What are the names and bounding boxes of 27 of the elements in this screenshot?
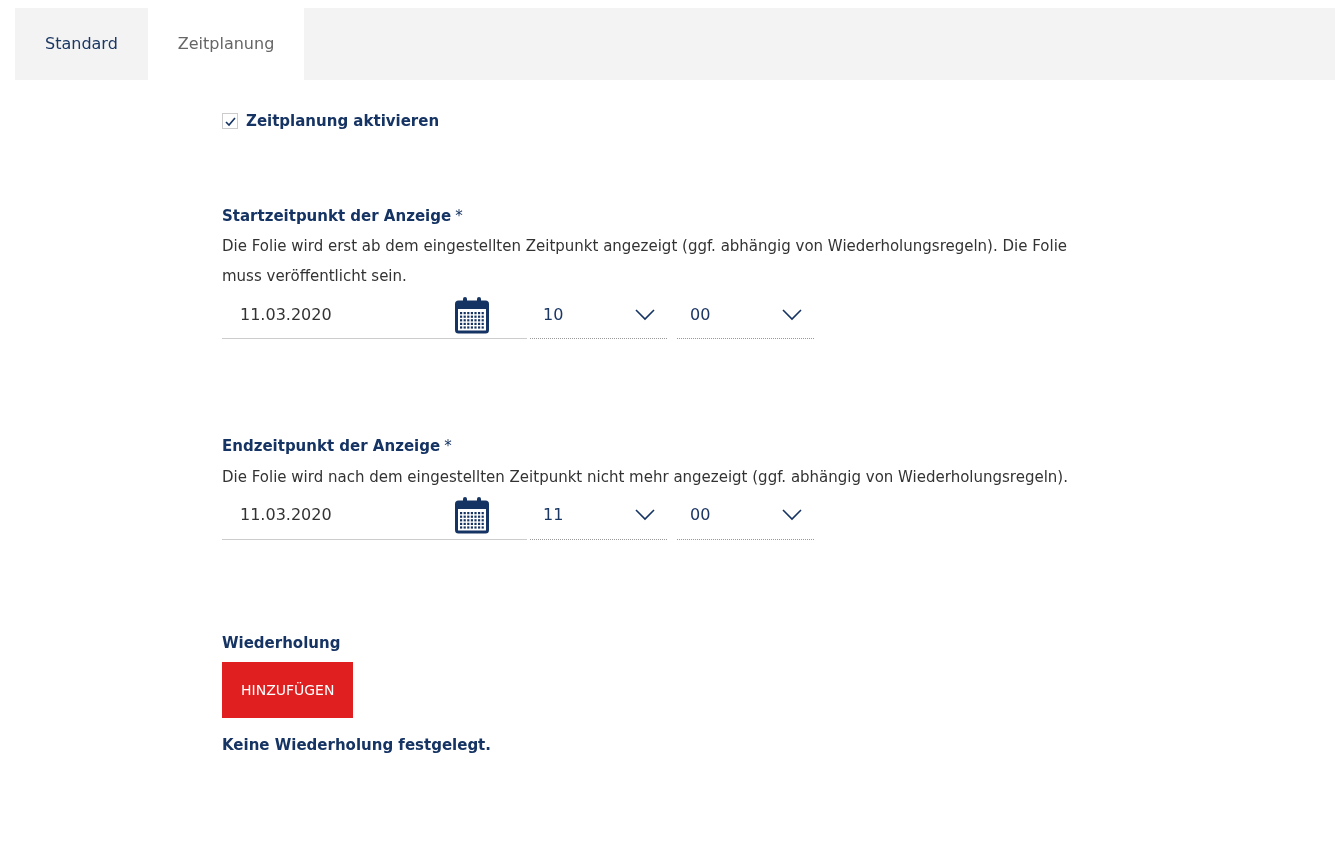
time-select[interactable]: 00 — [677, 291, 814, 339]
section-heading: Wiederholung — [222, 632, 342, 654]
time-select[interactable]: 10 — [530, 291, 667, 339]
add-button[interactable]: HINZUFÜGEN — [222, 662, 354, 718]
required-mark: * — [444, 436, 452, 457]
tab[interactable]: Zeitplanung — [147, 8, 305, 80]
section-heading: Startzeitpunkt der Anzeige — [222, 205, 452, 227]
calendar-icon[interactable] — [455, 295, 489, 334]
calendar-icon[interactable] — [455, 496, 489, 534]
chevron-down-icon — [635, 308, 655, 321]
time-select[interactable]: 11 — [530, 491, 667, 540]
chevron-down-icon — [782, 509, 802, 521]
section-heading: Endzeitpunkt der Anzeige — [222, 436, 441, 457]
tab[interactable]: Standard — [15, 8, 148, 80]
date-value: 11.03.2020 — [240, 303, 332, 326]
description: Die Folie wird nach dem eingestellten Zeitpunkt nicht mehr angezeigt (ggf. abhängig von Wiederholungsregeln). — [222, 466, 1069, 488]
chevron-down-icon — [635, 509, 655, 521]
date-field[interactable]: 11.03.2020 — [222, 491, 527, 540]
description: Die Folie wird erst ab dem eingestellten Zeitpunkt angezeigt (ggf. abhängig von Wiederholungsregeln). Die Folie muss veröffentlicht sein. — [222, 236, 1069, 287]
time-select[interactable]: 00 — [677, 491, 814, 540]
status-text: Keine Wiederholung festgelegt. — [222, 735, 492, 756]
date-value: 11.03.2020 — [240, 504, 332, 526]
required-mark: * — [455, 205, 463, 227]
date-field[interactable]: 11.03.2020 — [222, 291, 527, 339]
checkbox[interactable] — [222, 113, 238, 130]
chevron-down-icon — [782, 308, 802, 321]
checkbox-label: Zeitplanung aktivieren — [246, 111, 440, 132]
